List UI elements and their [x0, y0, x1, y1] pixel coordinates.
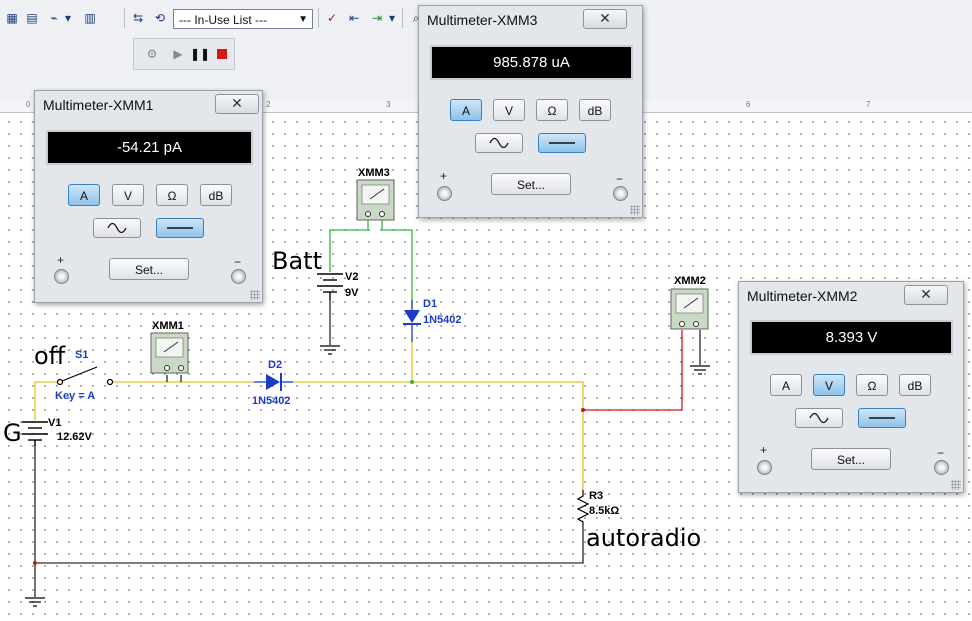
junction-dot [410, 380, 414, 384]
db-button[interactable]: dB [899, 374, 931, 396]
v2-note: Batt [272, 247, 322, 275]
meter-symbol-xmm1[interactable] [150, 332, 189, 374]
window-title: Multimeter-XMM2 [747, 288, 858, 304]
positive-terminal[interactable] [757, 460, 772, 475]
dc-line-icon [869, 417, 895, 419]
s1-note: off [34, 342, 66, 370]
xmm3-symbol-label: XMM3 [358, 167, 390, 179]
ground-symbol [320, 345, 340, 355]
resize-grip[interactable] [250, 290, 260, 300]
v1-value: 12.62V [57, 431, 93, 443]
set-button[interactable]: Set... [109, 258, 189, 280]
xmm2-symbol-label: XMM2 [674, 275, 706, 287]
meter-display: 985.878 uA [430, 45, 633, 80]
xmm2-wire [583, 330, 683, 411]
negative-terminal[interactable] [934, 460, 949, 475]
close-button[interactable]: ✕ [583, 9, 627, 29]
ac-mode-button[interactable] [795, 408, 843, 428]
main-wires [34, 342, 584, 490]
meter-display: 8.393 V [750, 320, 953, 355]
junction-dot [581, 408, 585, 412]
battery-v1[interactable] [22, 421, 48, 446]
meter-symbol-xmm3[interactable] [356, 179, 395, 221]
v2-ref: V2 [345, 271, 358, 283]
dc-line-icon [167, 227, 193, 229]
positive-terminal-label: + [440, 169, 448, 183]
ohmmeter-button[interactable]: Ω [856, 374, 888, 396]
positive-terminal-label: + [57, 253, 65, 267]
db-button[interactable]: dB [200, 184, 232, 206]
resize-grip[interactable] [951, 480, 961, 490]
junction-dot [33, 561, 37, 565]
ammeter-button[interactable]: A [450, 99, 482, 121]
sine-wave-icon [107, 222, 127, 234]
return-wires [34, 300, 701, 597]
battery-v2[interactable] [317, 273, 343, 300]
positive-terminal[interactable] [54, 269, 69, 284]
d2-part: 1N5402 [252, 395, 291, 407]
meter-symbol-xmm2[interactable] [670, 288, 709, 330]
s1-key: Key = A [55, 390, 95, 402]
xmm1-symbol-label: XMM1 [152, 320, 184, 332]
resize-grip[interactable] [630, 205, 640, 215]
v1-note: G [3, 419, 22, 447]
ground-symbol [690, 365, 710, 375]
v2-value: 9V [345, 287, 359, 299]
negative-terminal-label: − [616, 172, 624, 186]
ohmmeter-button[interactable]: Ω [156, 184, 188, 206]
switch-s1[interactable] [56, 366, 114, 386]
negative-terminal[interactable] [613, 186, 628, 201]
r3-ref: R3 [589, 490, 603, 502]
window-title: Multimeter-XMM1 [43, 97, 154, 113]
multimeter-xmm2-window[interactable]: Multimeter-XMM2 ✕ 8.393 V A V Ω dB Set..… [738, 281, 964, 493]
db-button[interactable]: dB [579, 99, 611, 121]
dc-mode-button[interactable] [858, 408, 906, 428]
ammeter-button[interactable]: A [770, 374, 802, 396]
positive-terminal-label: + [760, 443, 768, 457]
negative-terminal-label: − [234, 255, 242, 269]
sine-wave-icon [489, 137, 509, 149]
ac-mode-button[interactable] [475, 133, 523, 153]
ammeter-button[interactable]: A [68, 184, 100, 206]
r3-value: 8.5kΩ [589, 505, 619, 517]
ohmmeter-button[interactable]: Ω [536, 99, 568, 121]
set-button[interactable]: Set... [811, 448, 891, 470]
ground-symbol [25, 597, 45, 607]
voltmeter-button[interactable]: V [813, 374, 845, 396]
xmm3-wires [329, 218, 413, 308]
voltmeter-button[interactable]: V [493, 99, 525, 121]
close-button[interactable]: ✕ [215, 94, 259, 114]
ac-mode-button[interactable] [93, 218, 141, 238]
dc-mode-button[interactable] [538, 133, 586, 153]
d1-ref: D1 [423, 298, 437, 310]
set-button[interactable]: Set... [491, 173, 571, 195]
diode-d1[interactable] [403, 300, 421, 342]
dc-mode-button[interactable] [156, 218, 204, 238]
multimeter-xmm1-window[interactable]: Multimeter-XMM1 ✕ -54.21 pA A V Ω dB Set… [34, 90, 263, 303]
voltmeter-button[interactable]: V [112, 184, 144, 206]
negative-terminal-label: − [937, 446, 945, 460]
close-button[interactable]: ✕ [904, 285, 948, 305]
s1-ref: S1 [75, 349, 88, 361]
sine-wave-icon [809, 412, 829, 424]
multimeter-xmm3-window[interactable]: Multimeter-XMM3 ✕ 985.878 uA A V Ω dB Se… [418, 5, 643, 218]
positive-terminal[interactable] [437, 186, 452, 201]
negative-terminal[interactable] [231, 269, 246, 284]
d2-ref: D2 [268, 359, 282, 371]
v1-ref: V1 [48, 417, 61, 429]
window-title: Multimeter-XMM3 [427, 12, 538, 28]
d1-part: 1N5402 [423, 314, 462, 326]
meter-display: -54.21 pA [46, 130, 253, 165]
resistor-r3[interactable] [576, 490, 590, 523]
r3-note: autoradio [586, 524, 701, 552]
diode-d2[interactable] [254, 373, 293, 391]
dc-line-icon [549, 142, 575, 144]
